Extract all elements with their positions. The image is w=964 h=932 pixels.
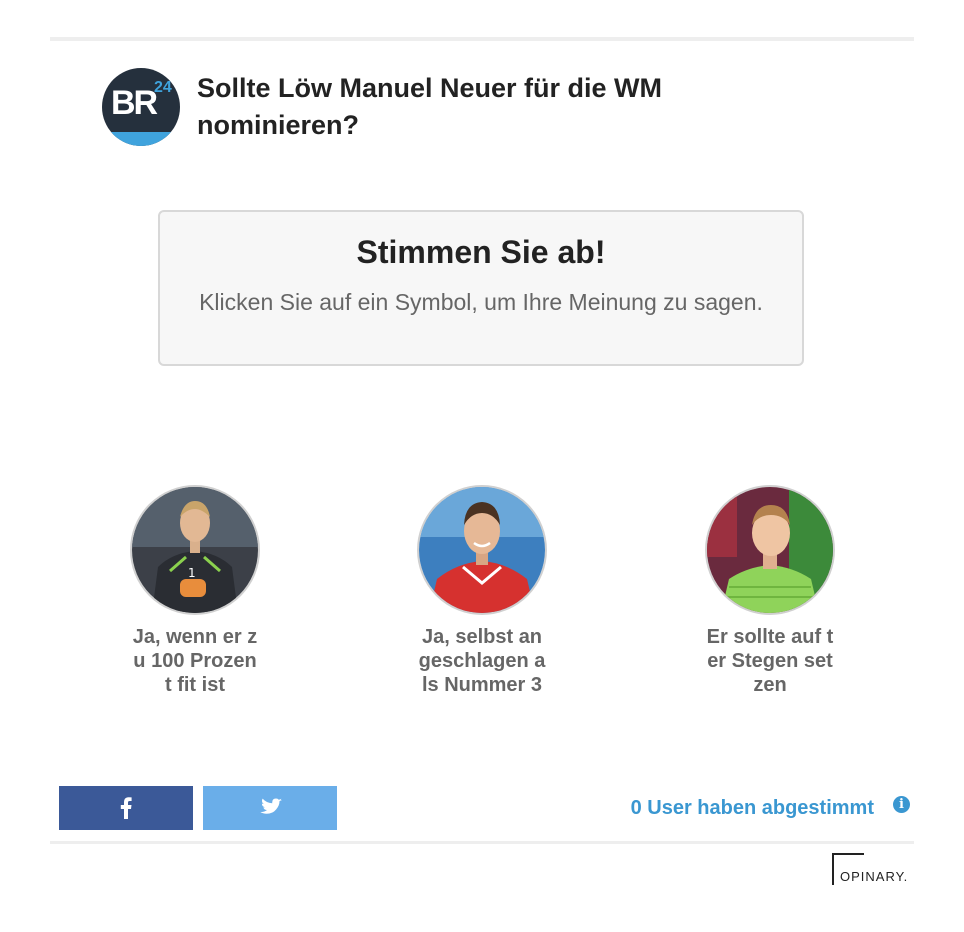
option-image[interactable] (705, 485, 835, 615)
logo-text: BR (111, 84, 158, 122)
option-label[interactable]: Ja, selbst angeschlagen als Nummer 3 (417, 625, 547, 697)
vote-option-1[interactable]: 1 Ja, wenn er zu 100 Prozent fit ist (115, 485, 275, 697)
opinary-logo[interactable]: OPINARY. (832, 853, 908, 885)
logo-band (102, 132, 180, 146)
bottom-divider (50, 841, 914, 844)
opinary-wordmark: OPINARY. (840, 869, 909, 884)
logo-number: 24 (154, 79, 172, 96)
vote-option-3[interactable]: Er sollte auf ter Stegen setzen (690, 485, 850, 697)
option-label[interactable]: Ja, wenn er zu 100 Prozent fit ist (130, 625, 260, 697)
vote-prompt-title: Stimmen Sie ab! (356, 234, 606, 270)
top-divider (50, 37, 914, 41)
option-image[interactable] (417, 485, 547, 615)
svg-text:1: 1 (188, 566, 196, 580)
poll-question: Sollte Löw Manuel Neuer für die WM nomin… (197, 73, 663, 140)
vote-prompt-box: Stimmen Sie ab! Klicken Sie auf ein Symb… (158, 210, 804, 366)
option-image[interactable]: 1 (130, 485, 260, 615)
twitter-share-button[interactable] (203, 786, 337, 830)
facebook-share-button[interactable] (59, 786, 193, 830)
vote-count[interactable]: 0 User haben abgestimmt (560, 796, 874, 820)
info-icon[interactable]: i (893, 796, 910, 813)
option-label[interactable]: Er sollte auf ter Stegen setzen (705, 625, 835, 697)
facebook-icon (120, 797, 132, 819)
poll-widget: BR 24 Sollte Löw Manuel Neuer für die WM… (0, 0, 964, 932)
br24-logo: BR 24 (102, 68, 180, 146)
vote-prompt-subtitle: Klicken Sie auf ein Symbol, um Ihre Mein… (199, 289, 763, 315)
twitter-icon (260, 798, 282, 814)
vote-option-2[interactable]: Ja, selbst angeschlagen als Nummer 3 (402, 485, 562, 697)
